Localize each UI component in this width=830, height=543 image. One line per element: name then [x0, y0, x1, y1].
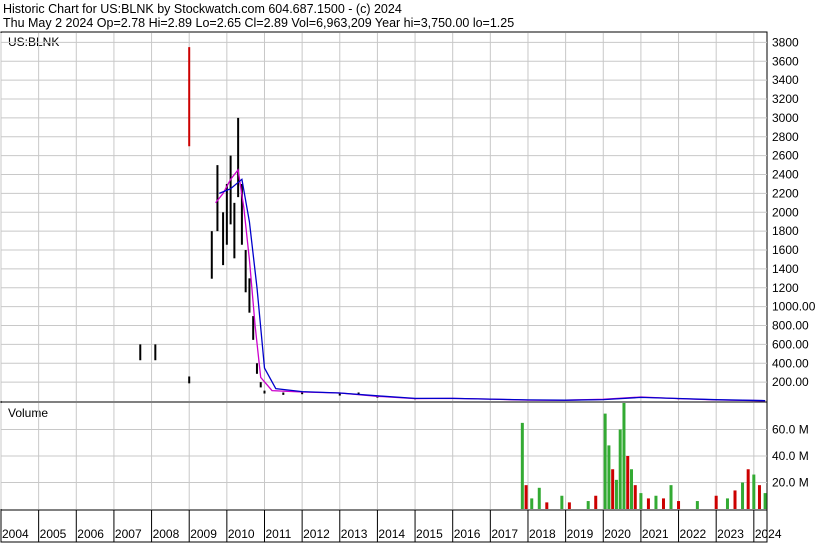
price-tick-label: 3800	[772, 35, 799, 49]
year-label: 2017	[491, 527, 518, 541]
volume-tick-label: 40.0 M	[772, 449, 809, 463]
volume-bar	[603, 413, 607, 509]
price-tick-label: 1200	[772, 281, 799, 295]
volume-label: Volume	[8, 406, 48, 420]
year-label: 2021	[642, 527, 669, 541]
year-label: 2005	[40, 527, 67, 541]
stock-chart: US:BLNK 200.00400.00600.00800.001000.001…	[0, 31, 816, 543]
price-tick-label: 600.00	[772, 337, 809, 351]
volume-bar	[560, 495, 564, 509]
price-tick-label: 2800	[772, 130, 799, 144]
year-label: 2008	[153, 527, 180, 541]
volume-bar	[639, 493, 643, 509]
price-panel-frame	[0, 31, 768, 403]
year-label: 2023	[717, 527, 744, 541]
year-label: 2016	[454, 527, 481, 541]
volume-bar	[629, 469, 633, 509]
year-label: 2024	[755, 527, 782, 541]
year-label: 2019	[567, 527, 594, 541]
volume-bar	[633, 485, 637, 509]
price-tick-label: 2000	[772, 205, 799, 219]
price-tick-label: 3400	[772, 73, 799, 87]
volume-bar	[520, 422, 524, 509]
price-tick-label: 800.00	[772, 319, 809, 333]
volume-panel: Volume 20.0 M 40.0 M 60.0 M	[0, 401, 809, 511]
year-label: 2007	[115, 527, 142, 541]
volume-bar	[741, 482, 745, 509]
volume-bar	[524, 485, 528, 509]
volume-bar	[714, 495, 718, 509]
price-tick-label: 1400	[772, 262, 799, 276]
volume-bar	[586, 501, 590, 509]
price-tick-label: 2400	[772, 168, 799, 182]
price-tick-label: 200.00	[772, 375, 809, 389]
volume-tick-label: 60.0 M	[772, 423, 809, 437]
price-tick-label: 1600	[772, 243, 799, 257]
volume-bar	[661, 498, 665, 509]
volume-bar	[622, 403, 626, 509]
price-tick-label: 400.00	[772, 356, 809, 370]
volume-bar	[733, 490, 737, 509]
volume-bar	[567, 502, 571, 509]
volume-bar	[654, 495, 658, 509]
year-label: 2009	[190, 527, 217, 541]
volume-bar	[725, 498, 729, 509]
year-label: 2020	[604, 527, 631, 541]
year-label: 2011	[265, 527, 291, 541]
volume-bar	[746, 469, 750, 509]
volume-bar	[695, 501, 699, 509]
volume-bar	[757, 485, 761, 509]
volume-bar	[614, 479, 618, 509]
year-label: 2012	[303, 527, 330, 541]
volume-bar	[545, 502, 549, 509]
volume-bar	[537, 487, 541, 509]
year-label: 2014	[378, 527, 405, 541]
year-label: 2010	[228, 527, 255, 541]
price-tick-label: 3000	[772, 111, 799, 125]
price-tick-label: 1000.00	[772, 300, 816, 314]
year-label: 2018	[529, 527, 556, 541]
volume-bar	[646, 498, 650, 509]
year-label: 2004	[2, 527, 29, 541]
price-tick-label: 3600	[772, 54, 799, 68]
year-label: 2006	[77, 527, 104, 541]
volume-bar	[763, 493, 767, 509]
time-axis: 2004 2005 2006 2007 2008 2009 2010 2011 2012 2013…	[0, 509, 782, 543]
volume-bar	[669, 485, 673, 509]
volume-bar	[618, 429, 622, 509]
price-panel: US:BLNK 200.00400.00600.00800.001000.001…	[0, 31, 816, 403]
year-label: 2013	[341, 527, 368, 541]
volume-bar	[607, 445, 611, 509]
volume-bar	[611, 469, 615, 509]
year-label: 2015	[416, 527, 443, 541]
volume-bar	[530, 498, 534, 509]
price-tick-label: 2600	[772, 149, 799, 163]
price-tick-label: 1800	[772, 224, 799, 238]
volume-bar	[752, 474, 756, 509]
volume-tick-label: 20.0 M	[772, 476, 809, 490]
volume-bar	[594, 495, 598, 509]
price-tick-label: 2200	[772, 186, 799, 200]
volume-bar	[677, 501, 681, 509]
volume-bar	[626, 456, 630, 509]
price-tick-label: 3200	[772, 92, 799, 106]
year-label: 2022	[680, 527, 707, 541]
